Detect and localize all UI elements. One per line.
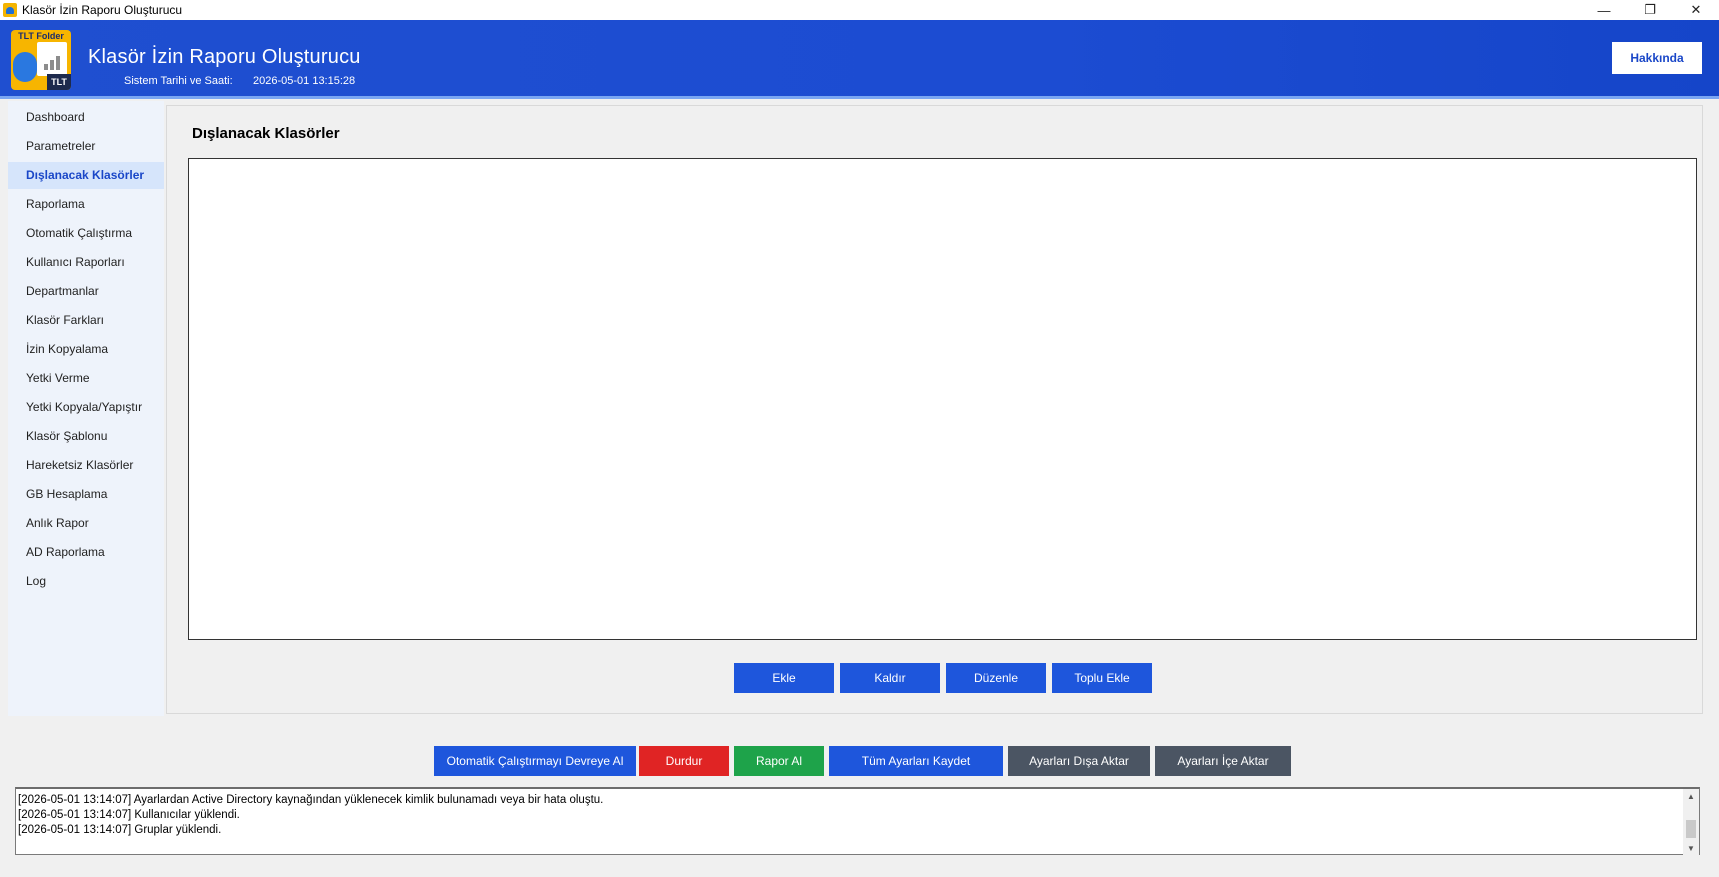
sidebar-item[interactable]: Yetki Kopyala/Yapıştır: [8, 394, 164, 421]
sidebar-item[interactable]: Klasör Şablonu: [8, 423, 164, 450]
close-button[interactable]: ✕: [1673, 0, 1719, 20]
logo-top-text: TLT Folder: [18, 31, 64, 41]
bulk-add-button[interactable]: Toplu Ekle: [1052, 663, 1152, 693]
sidebar-item[interactable]: Dashboard: [8, 104, 164, 131]
export-settings-button[interactable]: Ayarları Dışa Aktar: [1008, 746, 1150, 776]
scroll-down-arrow-icon[interactable]: ▼: [1683, 841, 1699, 855]
about-button[interactable]: Hakkında: [1612, 42, 1702, 74]
system-time-label: Sistem Tarihi ve Saati:: [124, 75, 233, 87]
log-scrollbar[interactable]: ▲ ▼: [1683, 789, 1699, 855]
stop-button[interactable]: Durdur: [639, 746, 729, 776]
sidebar-item[interactable]: Klasör Farkları: [8, 307, 164, 334]
window-titlebar: Klasör İzin Raporu Oluşturucu — ❐ ✕: [0, 0, 1719, 20]
minimize-button[interactable]: —: [1581, 0, 1627, 20]
sidebar-item[interactable]: Kullanıcı Raporları: [8, 249, 164, 276]
get-report-button[interactable]: Rapor Al: [734, 746, 824, 776]
sidebar-item[interactable]: Hareketsiz Klasörler: [8, 452, 164, 479]
app-header: TLT Folder TLT Klasör İzin Raporu Oluştu…: [0, 20, 1719, 99]
app-icon: [3, 3, 17, 17]
sidebar-item[interactable]: Yetki Verme: [8, 365, 164, 392]
import-settings-button[interactable]: Ayarları İçe Aktar: [1155, 746, 1291, 776]
sidebar-item[interactable]: Log: [8, 568, 164, 595]
scroll-up-arrow-icon[interactable]: ▲: [1683, 789, 1699, 803]
sidebar-item[interactable]: Anlık Rapor: [8, 510, 164, 537]
sidebar-item[interactable]: Raporlama: [8, 191, 164, 218]
sidebar-item[interactable]: Parametreler: [8, 133, 164, 160]
excluded-folders-list[interactable]: [188, 158, 1697, 640]
save-all-settings-button[interactable]: Tüm Ayarları Kaydet: [829, 746, 1003, 776]
sidebar-item[interactable]: AD Raporlama: [8, 539, 164, 566]
log-line: [2026-05-01 13:14:07] Gruplar yüklendi.: [18, 824, 222, 836]
log-line: [2026-05-01 13:14:07] Kullanıcılar yükle…: [18, 809, 240, 821]
content-panel: Dışlanacak Klasörler Ekle Kaldır Düzenle…: [166, 105, 1703, 714]
logo-person-icon: [13, 52, 37, 82]
sidebar-item[interactable]: İzin Kopyalama: [8, 336, 164, 363]
remove-button[interactable]: Kaldır: [840, 663, 940, 693]
sidebar-nav: Dashboard Parametreler Dışlanacak Klasörle…: [8, 101, 164, 716]
app-logo: TLT Folder TLT: [11, 30, 71, 90]
sidebar-item[interactable]: GB Hesaplama: [8, 481, 164, 508]
maximize-button[interactable]: ❐: [1627, 0, 1673, 20]
page-title: Dışlanacak Klasörler: [192, 125, 340, 142]
log-output[interactable]: [2026-05-01 13:14:07] Ayarlardan Active …: [15, 787, 1700, 855]
window-title: Klasör İzin Raporu Oluşturucu: [22, 3, 183, 17]
app-title: Klasör İzin Raporu Oluşturucu: [88, 46, 361, 68]
log-line: [2026-05-01 13:14:07] Ayarlardan Active …: [18, 794, 604, 806]
logo-badge: TLT: [47, 74, 71, 90]
logo-document-icon: [37, 42, 67, 76]
system-time-value: 2026-05-01 13:15:28: [253, 75, 356, 87]
enable-auto-run-button[interactable]: Otomatik Çalıştırmayı Devreye Al: [434, 746, 636, 776]
add-button[interactable]: Ekle: [734, 663, 834, 693]
scroll-thumb[interactable]: [1686, 820, 1696, 838]
edit-button[interactable]: Düzenle: [946, 663, 1046, 693]
sidebar-item[interactable]: Departmanlar: [8, 278, 164, 305]
sidebar-item[interactable]: Otomatik Çalıştırma: [8, 220, 164, 247]
window-controls: — ❐ ✕: [1581, 0, 1719, 20]
sidebar-item[interactable]: Dışlanacak Klasörler: [8, 162, 164, 189]
